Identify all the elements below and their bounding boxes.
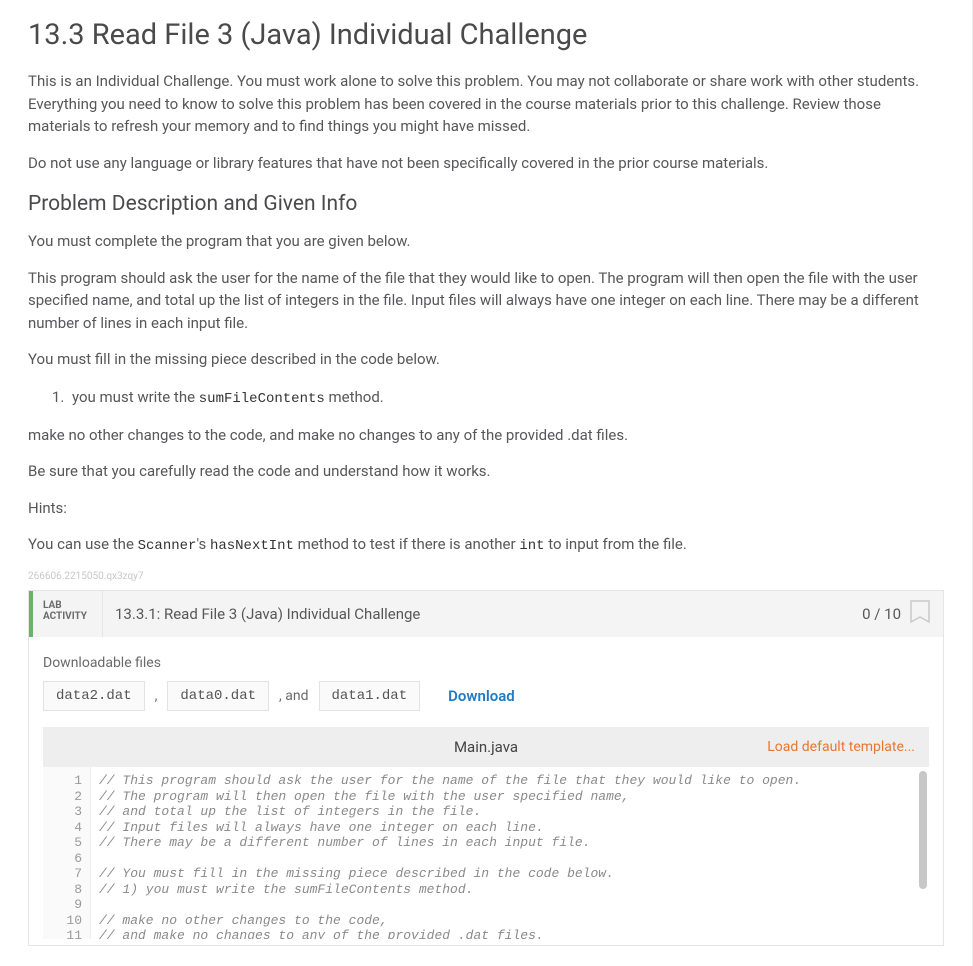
problem-p2: This program should ask the user for the… [28, 267, 944, 335]
file-chip[interactable]: data0.dat [167, 681, 269, 711]
lab-score: 0 / 10 [862, 591, 943, 637]
section-header: Problem Description and Given Info [28, 192, 944, 216]
intro-paragraph-2: Do not use any language or library featu… [28, 152, 944, 175]
file-chip[interactable]: data2.dat [43, 681, 145, 711]
problem-p4: make no other changes to the code, and m… [28, 424, 944, 447]
requirement-item: you must write the sumFileContents metho… [68, 385, 944, 410]
lab-title: 13.3.1: Read File 3 (Java) Individual Ch… [103, 591, 862, 637]
lab-score-value: 0 / 10 [862, 605, 901, 623]
editor-area[interactable]: 1 2 3 4 5 6 7 8 9 10 11 // This program … [43, 767, 929, 939]
code-editor: Main.java Load default template... 1 2 3… [43, 727, 929, 939]
hint-text: method to test if there is another [294, 535, 519, 553]
file-chip[interactable]: data1.dat [319, 681, 421, 711]
page-title: 13.3 Read File 3 (Java) Individual Chall… [28, 18, 944, 52]
problem-p1: You must complete the program that you a… [28, 230, 944, 253]
lab-badge-line1: LAB [43, 600, 62, 611]
downloadable-files-label: Downloadable files [43, 655, 929, 671]
file-separator: , and [279, 688, 308, 704]
requirement-post: method. [325, 388, 384, 406]
scrollbar-thumb[interactable] [919, 771, 927, 889]
problem-p5: Be sure that you carefully read the code… [28, 460, 944, 483]
file-row: data2.dat , data0.dat , and data1.dat Do… [43, 681, 929, 711]
hint-text: You can use the [28, 535, 138, 553]
bookmark-icon[interactable] [909, 600, 931, 628]
hints-label: Hints: [28, 497, 944, 520]
file-separator: , [155, 688, 158, 704]
hint-line: You can use the Scanner's hasNextInt met… [28, 533, 944, 557]
requirement-code: sumFileContents [199, 391, 325, 407]
intro-paragraph-1: This is an Individual Challenge. You mus… [28, 70, 944, 138]
hint-code-scanner: Scanner [138, 538, 197, 554]
problem-p3: You must fill in the missing piece descr… [28, 348, 944, 371]
editor-line-gutter: 1 2 3 4 5 6 7 8 9 10 11 [43, 767, 91, 939]
editor-code[interactable]: // This program should ask the user for … [91, 767, 929, 939]
lab-badge-line2: ACTIVITY [43, 611, 87, 622]
download-link[interactable]: Download [448, 687, 515, 705]
hint-text: to input from the file. [545, 535, 687, 553]
lab-badge: LAB ACTIVITY [33, 591, 103, 637]
hint-code-int: int [519, 538, 544, 554]
requirement-pre: you must write the [72, 388, 199, 406]
hint-code-hasnextint: hasNextInt [210, 538, 294, 554]
load-default-template-link[interactable]: Load default template... [767, 739, 915, 755]
lab-header: LAB ACTIVITY 13.3.1: Read File 3 (Java) … [29, 591, 943, 637]
hint-text: 's [196, 535, 210, 553]
lab-activity-box: LAB ACTIVITY 13.3.1: Read File 3 (Java) … [28, 590, 944, 946]
watermark-id: 266606.2215050.qx3zqy7 [28, 571, 944, 582]
